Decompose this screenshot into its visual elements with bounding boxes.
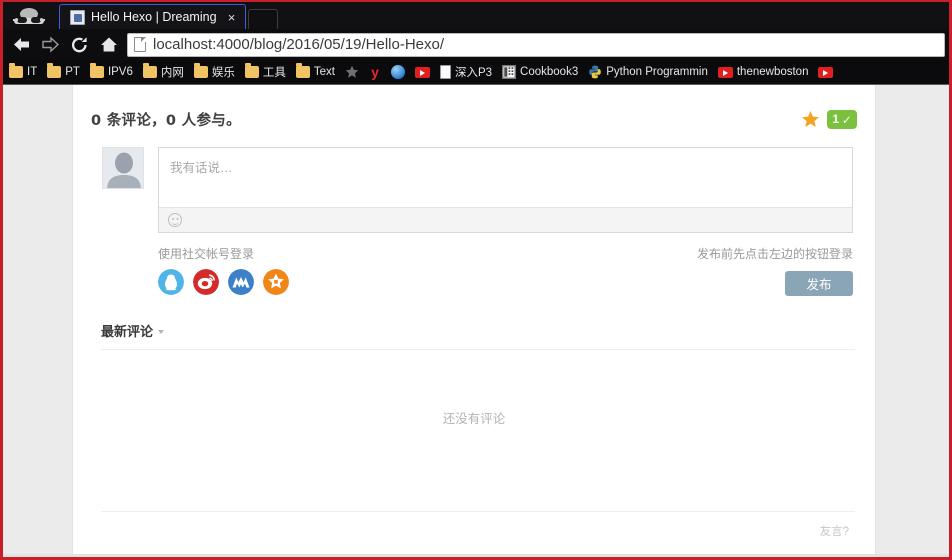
badge-count: 1	[832, 113, 839, 126]
folder-icon	[89, 63, 104, 78]
page-info-icon[interactable]	[134, 37, 146, 52]
bookmark-youtube-2[interactable]	[814, 62, 839, 82]
comment-editor-row: 我有话说…	[89, 147, 859, 233]
bookmark-label: IPV6	[107, 66, 133, 78]
youtube-icon	[818, 66, 834, 78]
bookmark-label: 内网	[160, 67, 184, 79]
bookmark-text[interactable]: Text	[292, 62, 341, 82]
social-login-label: 使用社交帐号登录	[158, 247, 255, 261]
tab-favicon-icon	[70, 9, 85, 25]
editor-toolbar	[159, 207, 852, 232]
browser-toolbar: localhost:4000/blog/2016/05/19/Hello-Hex…	[3, 29, 949, 60]
home-icon[interactable]	[94, 31, 123, 58]
bookmark-ipv6[interactable]: IPV6	[86, 62, 139, 82]
comment-textarea[interactable]: 我有话说…	[159, 148, 852, 207]
social-login-row: 使用社交帐号登录 发布前先点击左边的按钮登录 发布	[89, 245, 859, 296]
bookmark-shenru-p3[interactable]: 深入P3	[436, 62, 498, 82]
bookmark-globe[interactable]	[387, 62, 411, 82]
comment-widget: 0 条评论，0 人参与。 1 ✓ 我有话说… 使用社交帐号登录 发布前先点击左边…	[72, 85, 876, 557]
incognito-indicator	[5, 4, 53, 29]
comment-count-text: 0 条评论，0 人参与。	[91, 113, 241, 129]
grid-icon	[502, 65, 517, 79]
brand-link[interactable]: 友言?	[820, 523, 849, 539]
bookmark-label: thenewboston	[736, 66, 809, 78]
publish-hint-text: 发布前先点击左边的按钮登录	[696, 247, 853, 261]
check-icon: ✓	[841, 114, 852, 127]
renren-login-icon[interactable]	[228, 269, 254, 295]
bookmark-label: Cookbook3	[520, 66, 579, 78]
bookmark-it[interactable]: IT	[5, 62, 43, 82]
comment-header: 0 条评论，0 人参与。 1 ✓	[89, 109, 859, 130]
y-letter-icon: y	[371, 64, 379, 80]
bookmark-thenewboston[interactable]: thenewboston	[714, 62, 815, 82]
bookmark-yule[interactable]: 娱乐	[190, 62, 241, 82]
address-bar[interactable]: localhost:4000/blog/2016/05/19/Hello-Hex…	[127, 32, 945, 57]
chevron-down-icon[interactable]	[158, 329, 165, 334]
bookmarks-bar: IT PT IPV6 内网 娱乐 工具 Text y 深入P3 Cookbook…	[3, 60, 949, 84]
youtube-icon	[717, 66, 733, 78]
emoji-smiley-icon[interactable]	[168, 213, 182, 227]
qq-login-icon[interactable]	[158, 269, 184, 295]
python-icon	[589, 65, 602, 79]
bookmark-label: 工具	[262, 67, 286, 79]
sohu-login-icon[interactable]	[263, 269, 289, 295]
latest-comments-label: 最新评论	[101, 324, 154, 339]
empty-comments-message: 还没有评论	[442, 412, 506, 426]
widget-footer: 友言?	[89, 512, 859, 539]
folder-icon	[244, 63, 259, 78]
youtube-icon	[414, 66, 430, 78]
star-icon[interactable]	[801, 110, 820, 129]
bookmark-starred[interactable]	[341, 62, 365, 82]
bookmark-youtube-1[interactable]	[411, 62, 436, 82]
browser-tab-active[interactable]: Hello Hexo | Dreaming ×	[59, 4, 246, 29]
avatar	[102, 147, 144, 189]
bookmark-gongju[interactable]: 工具	[241, 62, 292, 82]
weibo-login-icon[interactable]	[193, 269, 219, 295]
latest-comments-header[interactable]: 最新评论	[89, 321, 859, 340]
comment-header-actions: 1 ✓	[801, 110, 857, 129]
social-login-group: 使用社交帐号登录	[158, 245, 289, 295]
tab-close-icon[interactable]: ×	[225, 10, 239, 25]
reload-icon[interactable]	[65, 31, 94, 58]
tab-title: Hello Hexo | Dreaming	[91, 10, 217, 24]
forward-arrow-icon	[36, 31, 65, 58]
browser-chrome: Hello Hexo | Dreaming × localhost:4000/b…	[3, 2, 949, 557]
bookmark-label: 娱乐	[211, 67, 235, 79]
spy-icon	[13, 7, 45, 24]
new-tab-button[interactable]	[247, 9, 278, 29]
bookmark-label: PT	[65, 66, 80, 78]
bookmark-python-programming[interactable]: Python Programmin	[584, 62, 714, 82]
page-bottom-edge	[3, 554, 949, 557]
globe-icon	[390, 65, 405, 79]
bookmark-y[interactable]: y	[365, 62, 387, 82]
status-badge[interactable]: 1 ✓	[827, 110, 857, 129]
bookmark-pt[interactable]: PT	[43, 62, 86, 82]
folder-icon	[9, 63, 23, 78]
publish-button[interactable]: 发布	[785, 271, 853, 296]
folder-icon	[142, 63, 157, 78]
social-login-icons	[158, 269, 289, 295]
bookmark-label: Python Programmin	[606, 66, 708, 78]
document-icon	[439, 65, 451, 79]
bookmark-label: IT	[27, 66, 38, 78]
browser-window: Hello Hexo | Dreaming × localhost:4000/b…	[0, 0, 952, 560]
bookmark-neiwang[interactable]: 内网	[139, 62, 190, 82]
bookmark-label: Text	[313, 66, 335, 78]
folder-icon	[47, 63, 62, 78]
default-avatar-icon	[103, 148, 143, 188]
star-icon	[345, 65, 359, 78]
comment-input-box[interactable]: 我有话说…	[158, 147, 853, 233]
bookmark-label: 深入P3	[454, 67, 493, 79]
folder-icon	[193, 63, 208, 78]
publish-group: 发布前先点击左边的按钮登录 发布	[697, 245, 853, 296]
address-bar-url: localhost:4000/blog/2016/05/19/Hello-Hex…	[153, 36, 445, 53]
page-viewport: 0 条评论，0 人参与。 1 ✓ 我有话说… 使用社交帐号登录 发布前先点击左边…	[3, 84, 949, 557]
bookmark-cookbook3[interactable]: Cookbook3	[498, 62, 584, 82]
back-arrow-icon[interactable]	[7, 31, 36, 58]
folder-icon	[295, 63, 310, 78]
tab-strip: Hello Hexo | Dreaming ×	[3, 2, 949, 29]
